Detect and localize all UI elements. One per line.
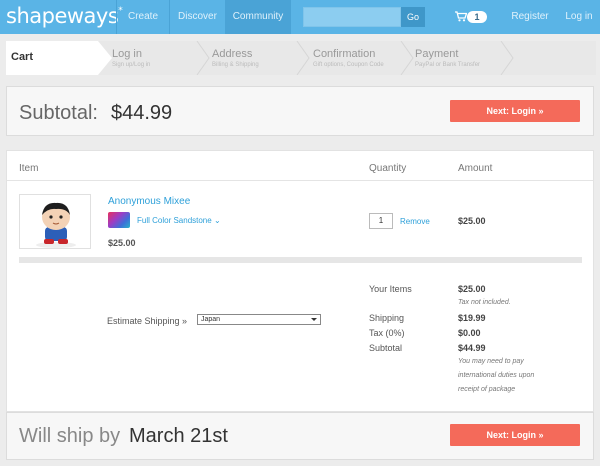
next-login-button[interactable]: Next: Login »: [450, 100, 580, 122]
step-confirmation: Confirmation Gift options, Coupon Code: [313, 41, 408, 75]
ship-date-panel: Will ship by March 21st Next: Login »: [6, 412, 594, 460]
estimate-shipping-label: Estimate Shipping »: [107, 316, 188, 326]
cart-table: Item Quantity Amount Anonymous Mixee Ful…: [6, 150, 594, 412]
product-thumbnail[interactable]: [19, 194, 91, 249]
duties-note-line: receipt of package: [458, 386, 516, 393]
summary-subtotal-value: $44.99: [458, 343, 486, 353]
step-login: Log in Sign up/Log in: [112, 41, 202, 75]
your-items-value: $25.00: [458, 284, 486, 294]
selected-country: Japan: [201, 316, 221, 323]
shipping-label: Shipping: [369, 313, 405, 323]
your-items-label: Your Items: [369, 284, 412, 294]
step-title: Cart: [11, 51, 34, 63]
subtotal-label: Subtotal:: [19, 102, 98, 124]
subtotal-panel: Subtotal: $44.99 Next: Login »: [6, 86, 594, 136]
shipping-value: $19.99: [458, 313, 486, 323]
section-divider: [19, 257, 582, 263]
tax-label: Tax (0%): [369, 328, 405, 338]
header-divider: [7, 180, 593, 181]
shapeways-logo[interactable]: shapeways*: [6, 4, 123, 28]
cart-icon[interactable]: [455, 11, 467, 22]
search-go-button[interactable]: Go: [401, 7, 425, 27]
step-address: Address Billing & Shipping: [212, 41, 302, 75]
step-separator-icon: [196, 41, 210, 75]
nav-divider: [290, 0, 291, 34]
line-item-amount: $25.00: [458, 216, 486, 226]
step-title: Confirmation: [313, 48, 376, 60]
step-payment: Payment PayPal or Bank Transfer: [415, 41, 505, 75]
nav-register-link[interactable]: Register: [510, 0, 550, 34]
step-separator-icon: [400, 41, 414, 75]
ship-date-label: Will ship by: [19, 425, 121, 447]
remove-link[interactable]: Remove: [400, 217, 430, 226]
step-subtitle: Gift options, Coupon Code: [313, 62, 384, 68]
shipping-country-select[interactable]: Japan: [197, 314, 321, 325]
product-price: $25.00: [108, 238, 136, 248]
nav-community-link[interactable]: Community: [226, 0, 290, 34]
column-header-amount: Amount: [458, 163, 493, 174]
step-subtitle: Sign up/Log in: [112, 62, 151, 68]
material-swatch: [108, 212, 130, 228]
ship-date-value: March 21st: [129, 425, 228, 447]
step-title: Log in: [112, 48, 142, 60]
step-subtitle: Billing & Shipping: [212, 62, 259, 68]
step-arrow: [98, 41, 112, 75]
top-navigation: shapeways* Create Discover Community Go …: [0, 0, 600, 34]
summary-subtotal-label: Subtotal: [369, 343, 403, 353]
step-title: Payment: [415, 48, 459, 60]
tax-note: Tax not included.: [458, 299, 511, 306]
nav-create-link[interactable]: Create: [117, 0, 169, 34]
product-name-link[interactable]: Anonymous Mixee: [108, 196, 190, 207]
step-title: Address: [212, 48, 253, 60]
nav-discover-link[interactable]: Discover: [170, 0, 225, 34]
subtotal-value: $44.99: [111, 102, 173, 124]
search-input[interactable]: [303, 7, 401, 27]
nav-login-link[interactable]: Log in: [562, 0, 596, 34]
material-dropdown[interactable]: Full Color Sandstone ⌄: [137, 216, 221, 225]
logo-text: shapeways: [6, 4, 119, 28]
duties-note-line: You may need to pay: [458, 358, 524, 365]
step-subtitle: PayPal or Bank Transfer: [415, 62, 481, 68]
mixee-figure-image: [36, 202, 76, 248]
material-name: Full Color Sandstone: [137, 216, 212, 225]
step-cart: Cart: [6, 41, 98, 75]
chevron-down-icon: ⌄: [213, 216, 221, 225]
quantity-input[interactable]: 1: [369, 213, 393, 229]
column-header-item: Item: [19, 163, 39, 174]
tax-value: $0.00: [458, 328, 481, 338]
next-login-button-bottom[interactable]: Next: Login »: [450, 424, 580, 446]
step-separator-icon: [296, 41, 310, 75]
column-header-quantity: Quantity: [369, 163, 407, 174]
dropdown-caret-icon: [311, 318, 317, 321]
checkout-steps: Cart Log in Sign up/Log in Address Billi…: [6, 41, 596, 75]
duties-note-line: international duties upon: [458, 372, 535, 379]
step-separator-icon: [500, 41, 514, 75]
cart-count-badge[interactable]: 1: [467, 11, 487, 23]
